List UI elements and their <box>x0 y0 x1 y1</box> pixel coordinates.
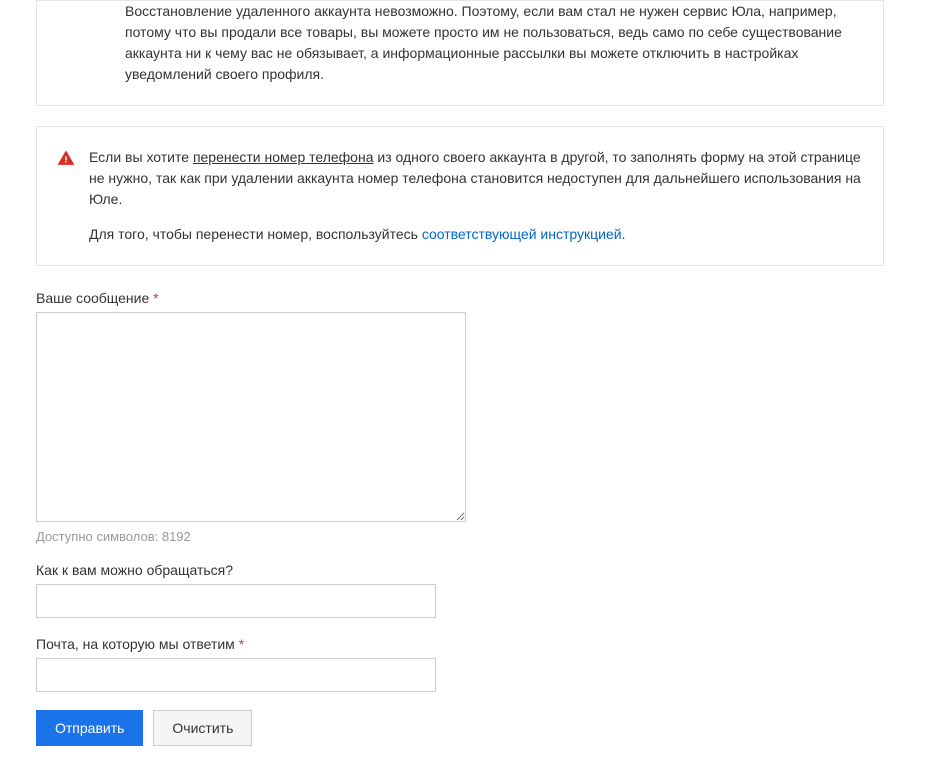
message-label: Ваше сообщение * <box>36 290 884 306</box>
name-label: Как к вам можно обращаться? <box>36 562 884 578</box>
message-group: Ваше сообщение * Доступно символов: 8192 <box>36 290 884 544</box>
char-counter: Доступно символов: 8192 <box>36 529 884 544</box>
name-input[interactable] <box>36 584 436 618</box>
warning-underline-text: перенести номер телефона <box>193 149 374 165</box>
warning-paragraph-1: Если вы хотите перенести номер телефона … <box>89 147 863 210</box>
instruction-link[interactable]: соответствующей инструкцией <box>422 226 622 242</box>
submit-button[interactable]: Отправить <box>36 710 143 746</box>
warning-box: Если вы хотите перенести номер телефона … <box>36 126 884 266</box>
info-box: Восстановление удаленного аккаунта невоз… <box>36 0 884 106</box>
warning-icon <box>57 149 75 167</box>
warning-paragraph-2: Для того, чтобы перенести номер, восполь… <box>89 224 863 245</box>
button-row: Отправить Очистить <box>36 710 884 746</box>
email-group: Почта, на которую мы ответим * <box>36 636 884 692</box>
required-marker: * <box>153 290 158 306</box>
email-label: Почта, на которую мы ответим * <box>36 636 884 652</box>
form-section: Ваше сообщение * Доступно символов: 8192… <box>0 290 920 746</box>
warning-content: Если вы хотите перенести номер телефона … <box>89 147 863 245</box>
email-input[interactable] <box>36 658 436 692</box>
required-marker: * <box>239 636 244 652</box>
name-group: Как к вам можно обращаться? <box>36 562 884 618</box>
info-text: Восстановление удаленного аккаунта невоз… <box>125 3 842 82</box>
clear-button[interactable]: Очистить <box>153 710 252 746</box>
message-textarea[interactable] <box>36 312 466 522</box>
